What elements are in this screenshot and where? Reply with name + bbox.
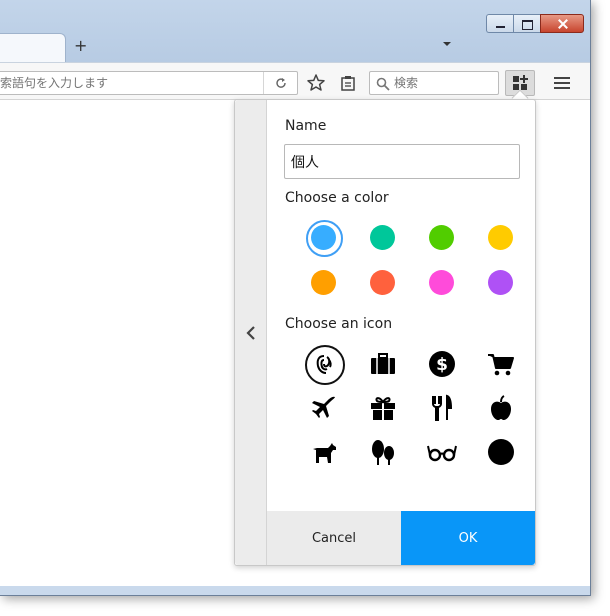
hamburger-line: [554, 87, 570, 89]
url-input[interactable]: [0, 72, 262, 94]
name-field[interactable]: [284, 144, 520, 179]
circle-icon-option[interactable]: [481, 432, 521, 472]
url-bar[interactable]: [0, 71, 298, 95]
cancel-button[interactable]: Cancel: [267, 511, 401, 565]
hamburger-menu-button[interactable]: [551, 72, 573, 94]
fruit-icon: [491, 395, 511, 420]
icon-label: Choose an icon: [285, 316, 393, 332]
plane-icon-option[interactable]: [304, 388, 344, 428]
minimize-button[interactable]: [486, 14, 513, 33]
window-controls: [486, 14, 584, 33]
hamburger-line: [554, 82, 570, 84]
food-icon-option[interactable]: [422, 388, 462, 428]
tree-icon-option[interactable]: [363, 432, 403, 472]
star-icon: [307, 74, 325, 91]
new-tab-button[interactable]: +: [74, 36, 90, 56]
briefcase-icon-option[interactable]: [363, 344, 403, 384]
list-all-tabs-icon[interactable]: [443, 42, 451, 46]
browser-tab[interactable]: [0, 33, 66, 63]
ok-button[interactable]: OK: [401, 511, 535, 565]
color-swatch-turquoise[interactable]: [370, 225, 395, 250]
food-icon: [432, 394, 453, 421]
panel-footer: Cancel OK: [267, 511, 535, 565]
color-swatch-red[interactable]: [370, 270, 395, 295]
plane-icon: [312, 396, 335, 418]
glasses-icon-option[interactable]: [422, 432, 462, 472]
color-swatch-orange[interactable]: [311, 270, 336, 295]
color-swatch-pink[interactable]: [429, 270, 454, 295]
hamburger-menu-icon: [554, 77, 570, 79]
color-swatch-green[interactable]: [429, 225, 454, 250]
close-button[interactable]: [540, 14, 584, 33]
nav-toolbar: [0, 62, 590, 100]
clipboard-icon: [341, 76, 355, 91]
color-swatch-blue[interactable]: [306, 220, 343, 257]
gift-icon: [371, 397, 395, 420]
fingerprint-icon: [316, 355, 332, 374]
library-button[interactable]: [337, 73, 359, 95]
reload-button[interactable]: [263, 72, 297, 94]
fingerprint-icon-option[interactable]: [304, 344, 345, 385]
chevron-left-icon: [246, 326, 255, 340]
dollar-icon: $: [429, 351, 455, 377]
cart-icon: [488, 354, 514, 376]
search-bar[interactable]: [369, 71, 499, 95]
bookmark-star-button[interactable]: [305, 72, 327, 94]
dollar-icon-option[interactable]: $: [422, 344, 462, 384]
search-icon: [376, 77, 390, 91]
color-swatch-purple[interactable]: [488, 270, 513, 295]
circle-icon: [488, 439, 514, 465]
glasses-icon: [427, 445, 457, 462]
name-label: Name: [285, 118, 327, 134]
gift-icon-option[interactable]: [363, 388, 403, 428]
color-label: Choose a color: [285, 190, 389, 206]
dog-icon: [313, 443, 336, 463]
color-swatch-yellow[interactable]: [488, 225, 513, 250]
dog-icon-option[interactable]: [304, 432, 344, 472]
title-bar: +: [0, 0, 590, 63]
svg-text:$: $: [436, 355, 448, 375]
tree-icon: [372, 440, 394, 465]
maximize-button[interactable]: [513, 14, 540, 33]
reload-icon: [276, 78, 286, 88]
container-edit-panel: Name Choose a color Choose an icon $: [234, 99, 536, 566]
back-button[interactable]: [235, 100, 267, 565]
briefcase-icon: [371, 353, 395, 374]
search-input[interactable]: [394, 73, 494, 93]
cart-icon-option[interactable]: [481, 344, 521, 384]
fruit-icon-option[interactable]: [481, 388, 521, 428]
